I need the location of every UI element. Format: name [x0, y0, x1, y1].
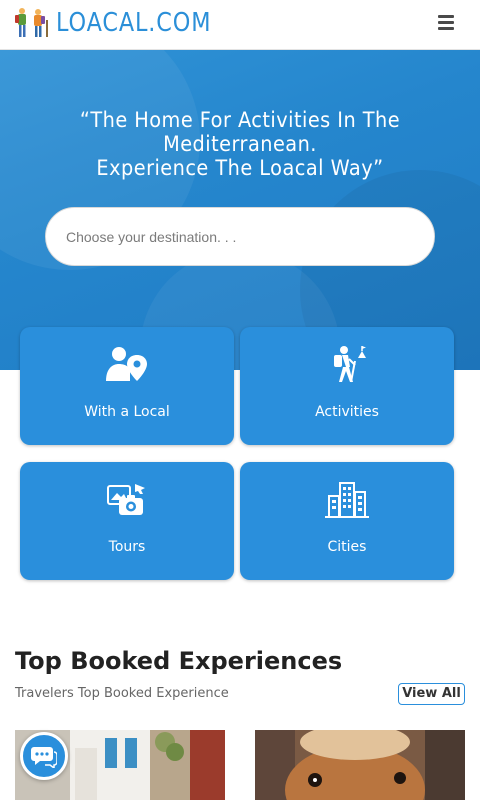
destination-search-input[interactable] — [45, 207, 435, 266]
top-navbar: LOACAL.COM — [0, 0, 480, 50]
hero-tagline-line3: Experience The Loacal Way” — [96, 156, 384, 180]
hero-tagline-line1: “The Home For Activities In The — [79, 108, 401, 132]
hamburger-menu-button[interactable] — [436, 13, 456, 31]
loacal-logo[interactable]: LOACAL.COM — [14, 4, 237, 42]
category-activities[interactable]: Activities — [240, 327, 454, 445]
hero-tagline-line2: Mediterranean. — [163, 132, 317, 156]
tour-camera-icon — [20, 480, 234, 520]
hero-tagline: “The Home For Activities In The Mediterr… — [0, 108, 480, 180]
view-all-button[interactable]: View All — [398, 683, 465, 705]
city-buildings-icon — [240, 480, 454, 520]
category-with-a-local[interactable]: With a Local — [20, 327, 234, 445]
category-label: Activities — [315, 404, 379, 420]
section-subtitle: Travelers Top Booked Experience — [15, 686, 229, 701]
hamburger-icon — [438, 15, 454, 18]
chat-support-button[interactable] — [20, 732, 68, 780]
category-cities[interactable]: Cities — [240, 462, 454, 580]
hiker-icon — [240, 345, 454, 385]
section-title: Top Booked Experiences — [15, 647, 343, 675]
chat-bubble-icon — [31, 747, 57, 768]
experience-card-image[interactable] — [255, 730, 465, 800]
logo-travelers-icon — [14, 6, 52, 40]
category-label: With a Local — [84, 404, 170, 420]
logo-text: LOACAL.COM — [56, 8, 212, 38]
category-label: Tours — [108, 539, 146, 555]
person-location-icon — [20, 345, 234, 385]
category-tours[interactable]: Tours — [20, 462, 234, 580]
hero-banner: “The Home For Activities In The Mediterr… — [0, 50, 480, 370]
category-label: Cities — [327, 539, 367, 555]
